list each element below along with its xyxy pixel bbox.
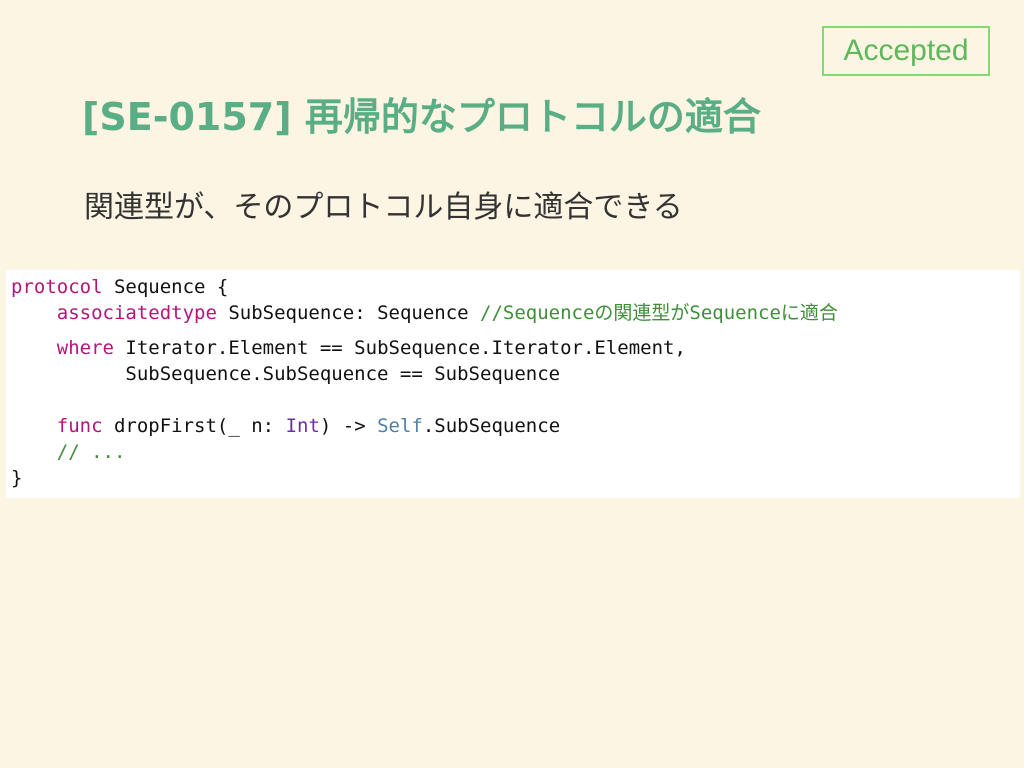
page-title: [SE-0157] 再帰的なプロトコルの適合 bbox=[82, 95, 761, 139]
code-text: SubSequence.SubSequence == SubSequence bbox=[11, 363, 561, 385]
code-keyword: protocol bbox=[11, 276, 103, 298]
code-line-3: where Iterator.Element == SubSequence.It… bbox=[11, 335, 686, 361]
code-keyword: where bbox=[56, 337, 114, 359]
code-line-5: func dropFirst(_ n: Int) -> Self.SubSequ… bbox=[11, 413, 560, 439]
code-line-2: associatedtype SubSequence: Sequence //S… bbox=[11, 300, 838, 326]
page-subtitle: 関連型が、そのプロトコル自身に適合できる bbox=[84, 190, 683, 225]
code-line-4: SubSequence.SubSequence == SubSequence bbox=[11, 361, 560, 387]
code-type: Int bbox=[285, 415, 320, 437]
code-self-keyword: Self bbox=[377, 415, 423, 437]
code-text: Sequence { bbox=[102, 276, 229, 298]
code-line-6: // ... bbox=[11, 439, 126, 465]
code-text: Iterator.Element == SubSequence.Iterator… bbox=[113, 337, 686, 359]
code-comment: // ... bbox=[56, 441, 126, 463]
code-line-1: protocol Sequence { bbox=[11, 274, 228, 300]
code-text: dropFirst(_ n: bbox=[102, 415, 286, 437]
code-block: protocol Sequence { associatedtype SubSe… bbox=[6, 270, 1020, 498]
code-keyword: func bbox=[56, 415, 103, 437]
code-text: .SubSequence bbox=[422, 415, 561, 437]
code-comment: //Sequenceの関連型がSequenceに適合 bbox=[480, 302, 838, 324]
code-keyword: associatedtype bbox=[56, 302, 217, 324]
code-line-7: } bbox=[11, 465, 22, 491]
code-text: ) -> bbox=[319, 415, 378, 437]
code-text: SubSequence: Sequence bbox=[216, 302, 481, 324]
accepted-badge: Accepted bbox=[822, 26, 990, 76]
code-text: } bbox=[11, 467, 23, 489]
